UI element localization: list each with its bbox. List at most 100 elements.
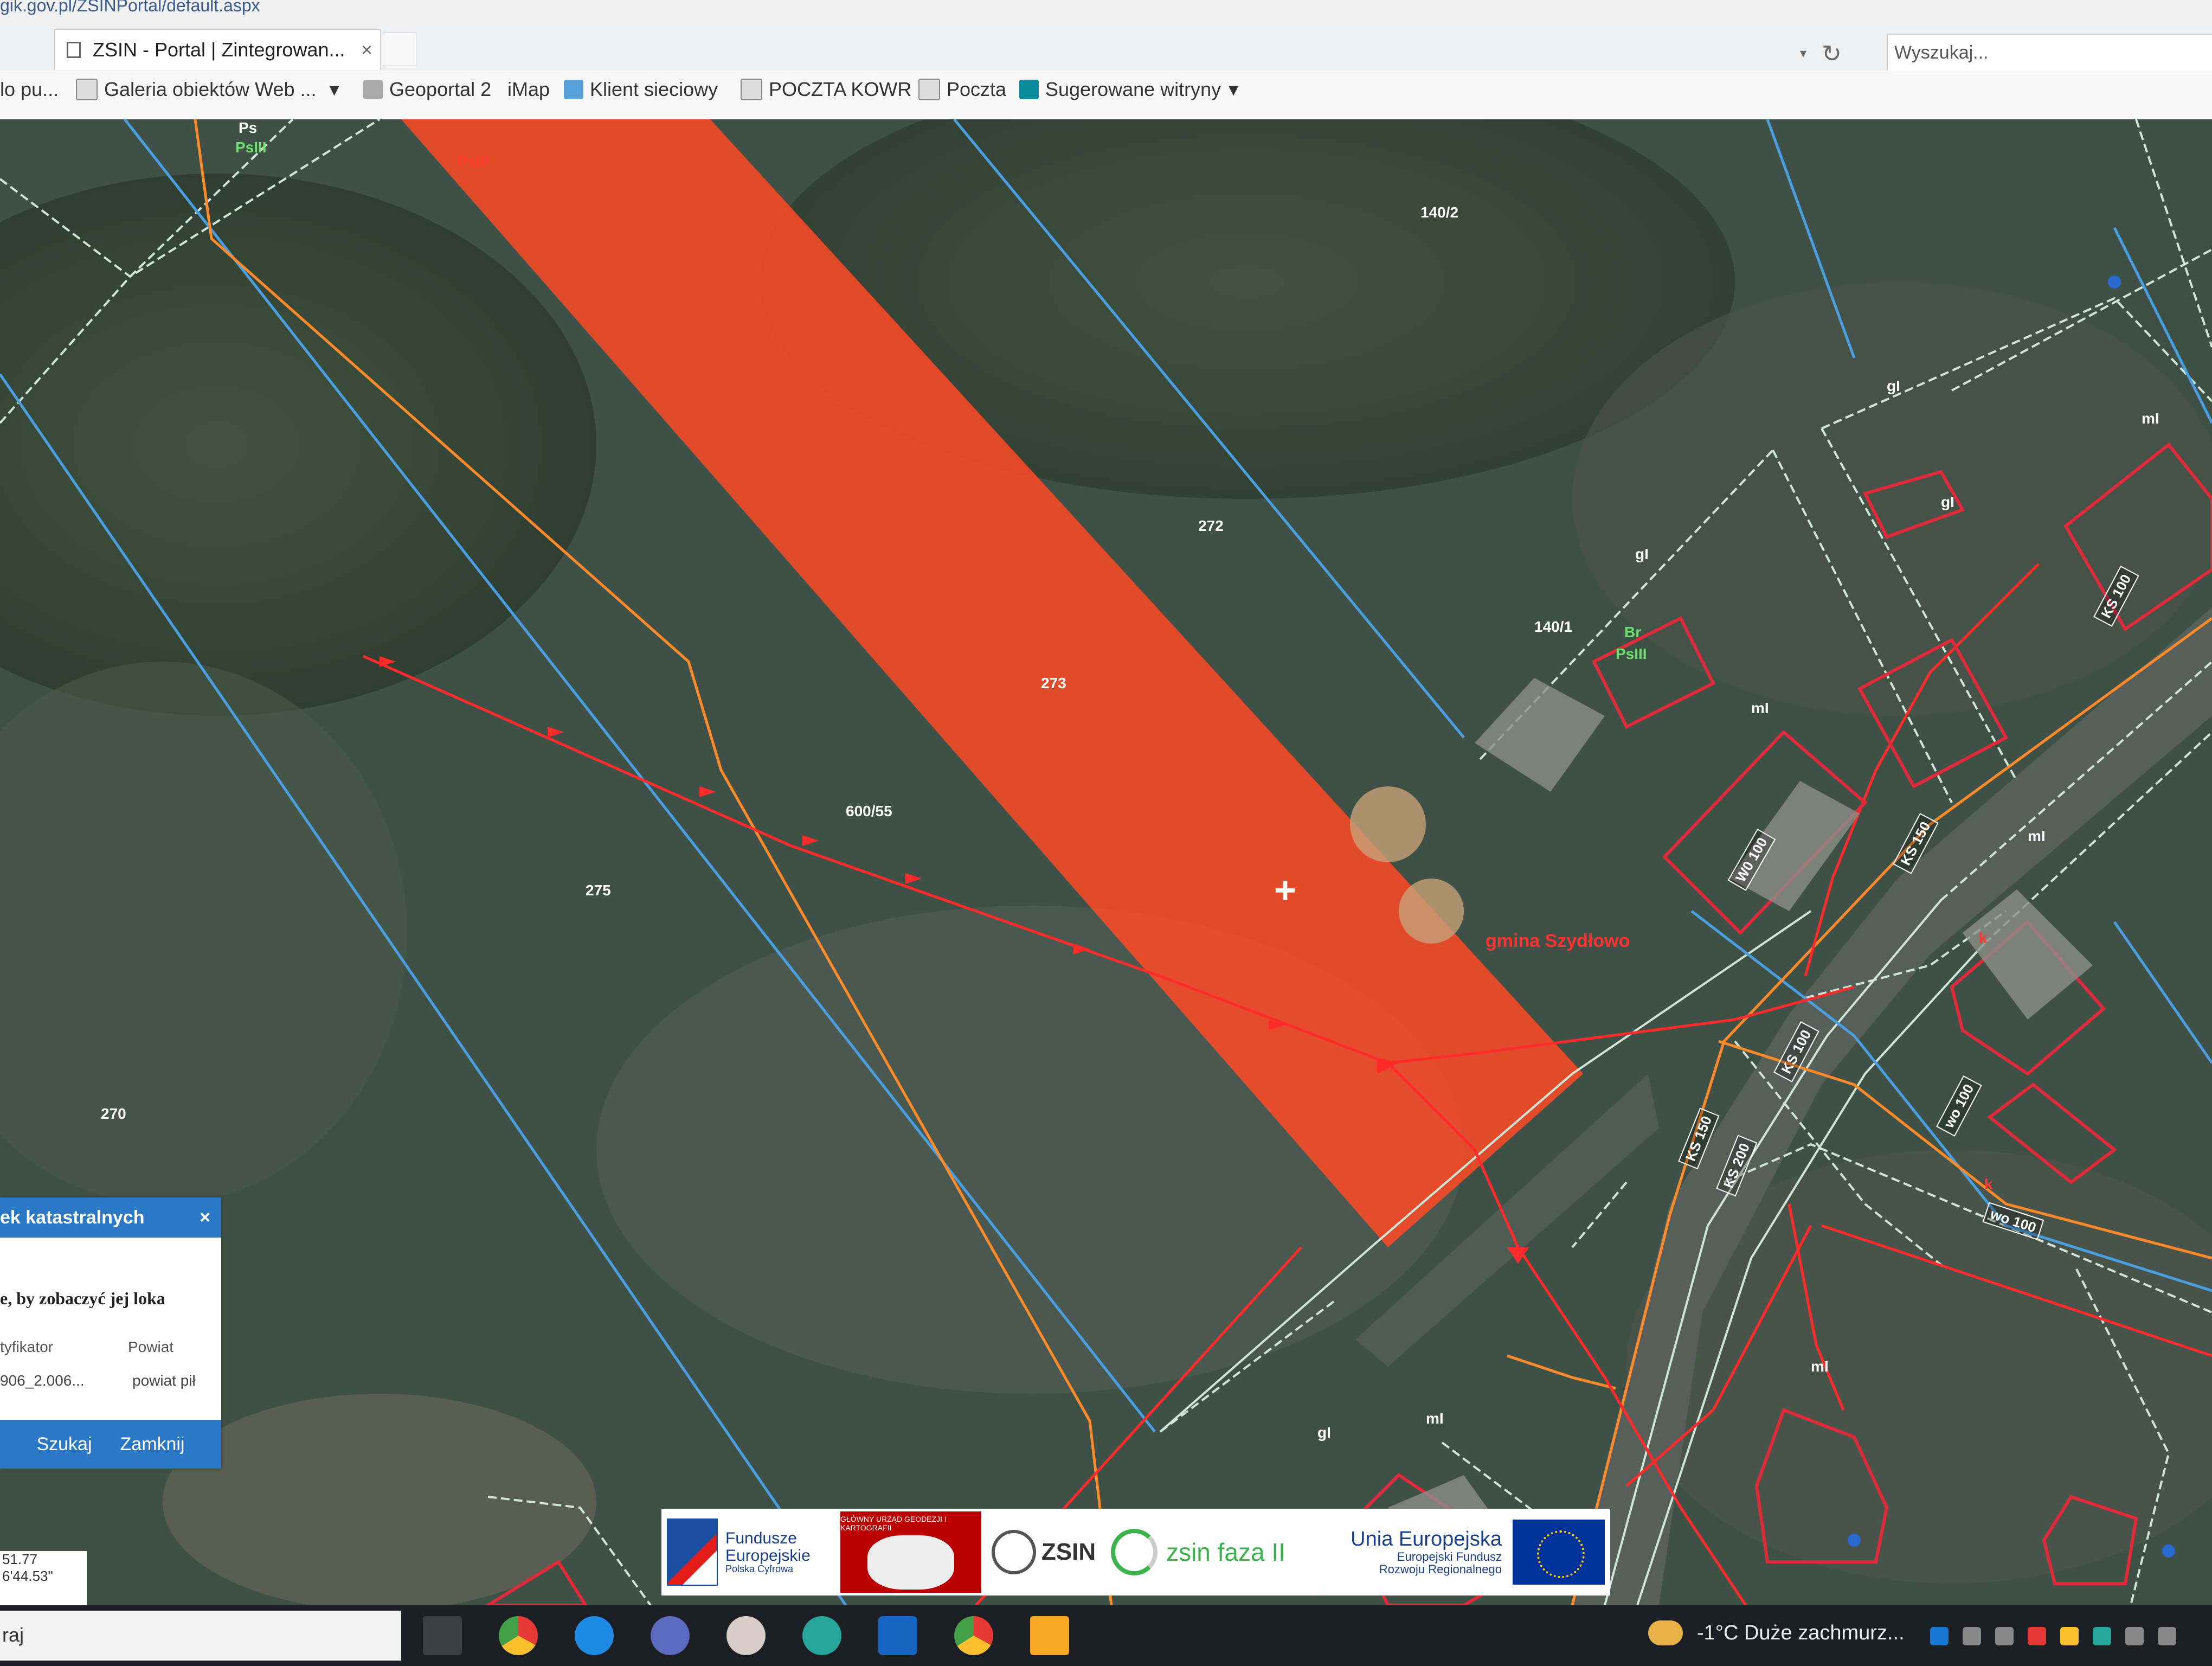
weather-text[interactable]: -1°C Duże zachmurz...	[1697, 1622, 1905, 1645]
gallery-icon	[76, 79, 98, 100]
favorite-item[interactable]: Poczta	[918, 78, 1006, 101]
zsin-logo: ZSIN	[981, 1514, 1106, 1590]
map-svg[interactable]	[0, 119, 2212, 1605]
paint-icon[interactable]	[726, 1616, 766, 1655]
parcel-label: 273	[1041, 675, 1066, 691]
village-area	[1572, 282, 2212, 716]
favorite-item[interactable]: Klient sieciowy	[564, 78, 718, 101]
building-label: mI	[1811, 1358, 1829, 1375]
search-button[interactable]: Szukaj	[33, 1433, 95, 1456]
sponsor-logos: Fundusze Europejskie Polska Cyfrowa GŁÓW…	[661, 1509, 1610, 1595]
utility-label: k	[1984, 1176, 1993, 1193]
table-cell: powiat pił	[132, 1372, 196, 1389]
column-header: Powiat	[128, 1338, 174, 1355]
panel-title: ek katastralnych	[0, 1207, 145, 1228]
volume-icon[interactable]	[2158, 1627, 2176, 1645]
favorite-item[interactable]: iMap	[507, 78, 550, 101]
new-tab-button[interactable]	[383, 33, 416, 66]
geoportal-icon	[363, 80, 383, 99]
fundusze-europejskie-logo: Fundusze Europejskie Polska Cyfrowa	[661, 1514, 840, 1590]
land-class-label: PsIII	[458, 153, 489, 170]
tab-close-icon[interactable]: ×	[361, 39, 372, 61]
fe-mark-icon	[667, 1518, 718, 1586]
close-icon[interactable]: ×	[200, 1207, 210, 1228]
building-label: mI	[2142, 410, 2159, 427]
task-view-icon[interactable]	[423, 1616, 462, 1655]
favorite-item[interactable]: POCZTA KOWR	[741, 78, 911, 101]
parcel-label: 600/55	[846, 803, 892, 819]
logo-text: Europejskie	[725, 1546, 811, 1565]
search-input[interactable]: Wyszukaj...	[1887, 34, 2212, 74]
favorite-item[interactable]: Geoportal 2	[363, 78, 491, 101]
favorite-item[interactable]: Galeria obiektów Web ... ▾	[76, 78, 339, 101]
bluetooth-icon[interactable]	[1930, 1627, 1949, 1645]
map-canvas[interactable]: 140/2 272 273 600/55 275 270 140/1 PsIII…	[0, 119, 2212, 1605]
gugik-logo: GŁÓWNY URZĄD GEODEZJI I KARTOGRAFII	[840, 1511, 981, 1593]
edge-icon[interactable]	[802, 1616, 841, 1655]
land-class-label: PsIII	[1616, 645, 1647, 662]
tray-icon[interactable]	[1963, 1627, 1981, 1645]
screen: gik.gov.pl/ZSINPortal/default.aspx ZSIN …	[0, 0, 2212, 1666]
search-text: raj	[2, 1624, 24, 1646]
magnifier-icon	[991, 1530, 1036, 1574]
building-label: gI	[1317, 1424, 1331, 1441]
favorite-label: Klient sieciowy	[590, 78, 718, 100]
zsin-faza-logo: zsin faza II	[1106, 1514, 1290, 1590]
refresh-icon[interactable]: ↻	[1822, 40, 1842, 68]
ie-icon[interactable]	[575, 1616, 614, 1655]
network-icon[interactable]	[2125, 1627, 2144, 1645]
column-header: tyfikator	[0, 1338, 54, 1355]
favorite-label: Sugerowane witryny	[1045, 78, 1221, 100]
parcel-label: 140/1	[1534, 618, 1573, 635]
search-placeholder: Wyszukaj...	[1894, 42, 1989, 63]
ring-icon	[1111, 1529, 1158, 1575]
app-icon[interactable]	[651, 1616, 690, 1655]
eu-flag-icon	[1513, 1520, 1605, 1585]
parcel-label: 275	[586, 882, 611, 899]
building-label: mI	[1426, 1410, 1444, 1427]
favorite-label: Poczta	[947, 78, 1007, 100]
bare-ground	[163, 1394, 596, 1605]
favorite-label: Galeria obiektów Web ...	[104, 78, 317, 100]
logo-text: zsin faza II	[1166, 1538, 1285, 1566]
logo-text: ZSIN	[1041, 1539, 1096, 1565]
building-label: mI	[2028, 828, 2046, 844]
tray-icon[interactable]	[1995, 1627, 2014, 1645]
mail-icon	[741, 79, 762, 100]
close-button[interactable]: Zamknij	[117, 1433, 188, 1456]
logo-text: Polska Cyfrowa	[725, 1564, 794, 1575]
taskbar-search-input[interactable]: raj	[0, 1611, 401, 1661]
coordinate-readout: 51.77 6'44.53"	[0, 1551, 87, 1605]
crosshair-icon: +	[1274, 869, 1296, 911]
folder-icon[interactable]	[1030, 1616, 1069, 1655]
chrome-icon[interactable]	[499, 1616, 538, 1655]
chrome-icon[interactable]	[954, 1616, 993, 1655]
tray-icon[interactable]	[2060, 1627, 2079, 1645]
taskbar: raj -1°C Duże zachmurz...	[0, 1605, 2212, 1666]
point-marker	[2108, 275, 2121, 289]
land-class-label: Ps	[239, 119, 258, 136]
building-label: gI	[1887, 377, 1900, 394]
logo-text: Unia Europejska	[1351, 1527, 1502, 1550]
browser-titlebar: gik.gov.pl/ZSINPortal/default.aspx	[0, 0, 2212, 24]
land-class-label: PsIII	[235, 139, 267, 156]
chevron-down-icon[interactable]: ▾	[1229, 78, 1238, 101]
bing-icon	[1019, 80, 1039, 99]
gmina-label: gmina Szydłowo	[1486, 931, 1630, 951]
tray-icon[interactable]	[2093, 1627, 2111, 1645]
outlook-icon[interactable]	[878, 1616, 917, 1655]
panel-header: ek katastralnych ×	[0, 1197, 221, 1238]
building-label: mI	[1751, 700, 1769, 716]
favorite-label: Geoportal 2	[389, 78, 492, 100]
tab-zsin-portal[interactable]: ZSIN - Portal | Zintegrowan... ×	[54, 29, 381, 70]
favorite-item[interactable]: lo pu...	[0, 78, 59, 101]
favorite-item[interactable]: Sugerowane witryny ▾	[1019, 78, 1238, 101]
weather-cloud-icon[interactable]	[1648, 1620, 1683, 1645]
address-dropdown-icon[interactable]: ▾	[1800, 46, 1806, 61]
chrome-tray-icon[interactable]	[2028, 1627, 2046, 1645]
chevron-down-icon[interactable]: ▾	[330, 78, 339, 101]
tab-title: ZSIN - Portal | Zintegrowan...	[93, 39, 345, 61]
logo-text: Fundusze	[725, 1529, 797, 1548]
point-marker	[2162, 1545, 2175, 1558]
address-bar-url[interactable]: gik.gov.pl/ZSINPortal/default.aspx	[0, 0, 260, 16]
